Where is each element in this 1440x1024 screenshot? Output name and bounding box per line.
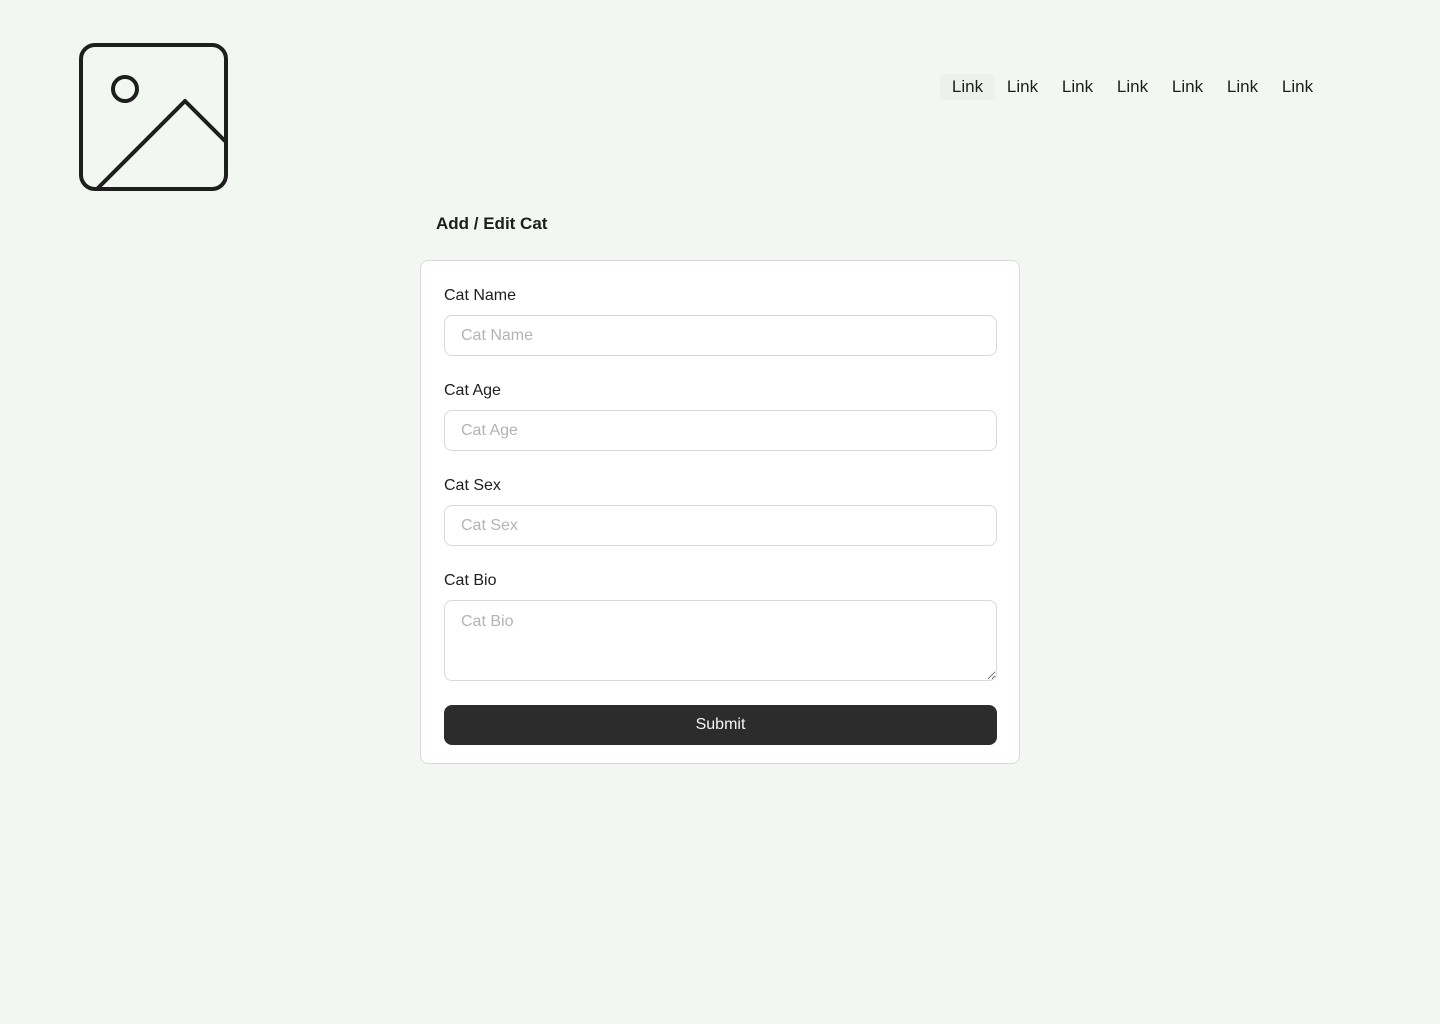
top-nav: Link Link Link Link Link Link Link xyxy=(940,74,1325,100)
nav-link-2[interactable]: Link xyxy=(995,74,1050,100)
page-title: Add / Edit Cat xyxy=(436,214,548,233)
nav-link-7[interactable]: Link xyxy=(1270,74,1325,100)
nav-link-3[interactable]: Link xyxy=(1050,74,1105,100)
cat-bio-field: Cat Bio xyxy=(444,570,997,681)
cat-bio-textarea[interactable] xyxy=(444,600,997,681)
cat-bio-label: Cat Bio xyxy=(444,572,497,589)
submit-button[interactable]: Submit xyxy=(444,705,997,745)
nav-link-5[interactable]: Link xyxy=(1160,74,1215,100)
cat-form: Cat Name Cat Age Cat Sex Cat Bio Submit xyxy=(420,260,1020,764)
cat-name-input[interactable] xyxy=(444,315,997,356)
logo-image-icon xyxy=(79,43,228,191)
cat-sex-input[interactable] xyxy=(444,505,997,546)
nav-link-4[interactable]: Link xyxy=(1105,74,1160,100)
cat-age-input[interactable] xyxy=(444,410,997,451)
cat-age-label: Cat Age xyxy=(444,382,501,399)
nav-link-1[interactable]: Link xyxy=(940,74,995,100)
cat-sex-field: Cat Sex xyxy=(444,475,997,546)
cat-age-field: Cat Age xyxy=(444,380,997,451)
cat-name-label: Cat Name xyxy=(444,287,517,304)
cat-name-field: Cat Name xyxy=(444,285,997,356)
nav-link-6[interactable]: Link xyxy=(1215,74,1270,100)
cat-sex-label: Cat Sex xyxy=(444,477,501,494)
